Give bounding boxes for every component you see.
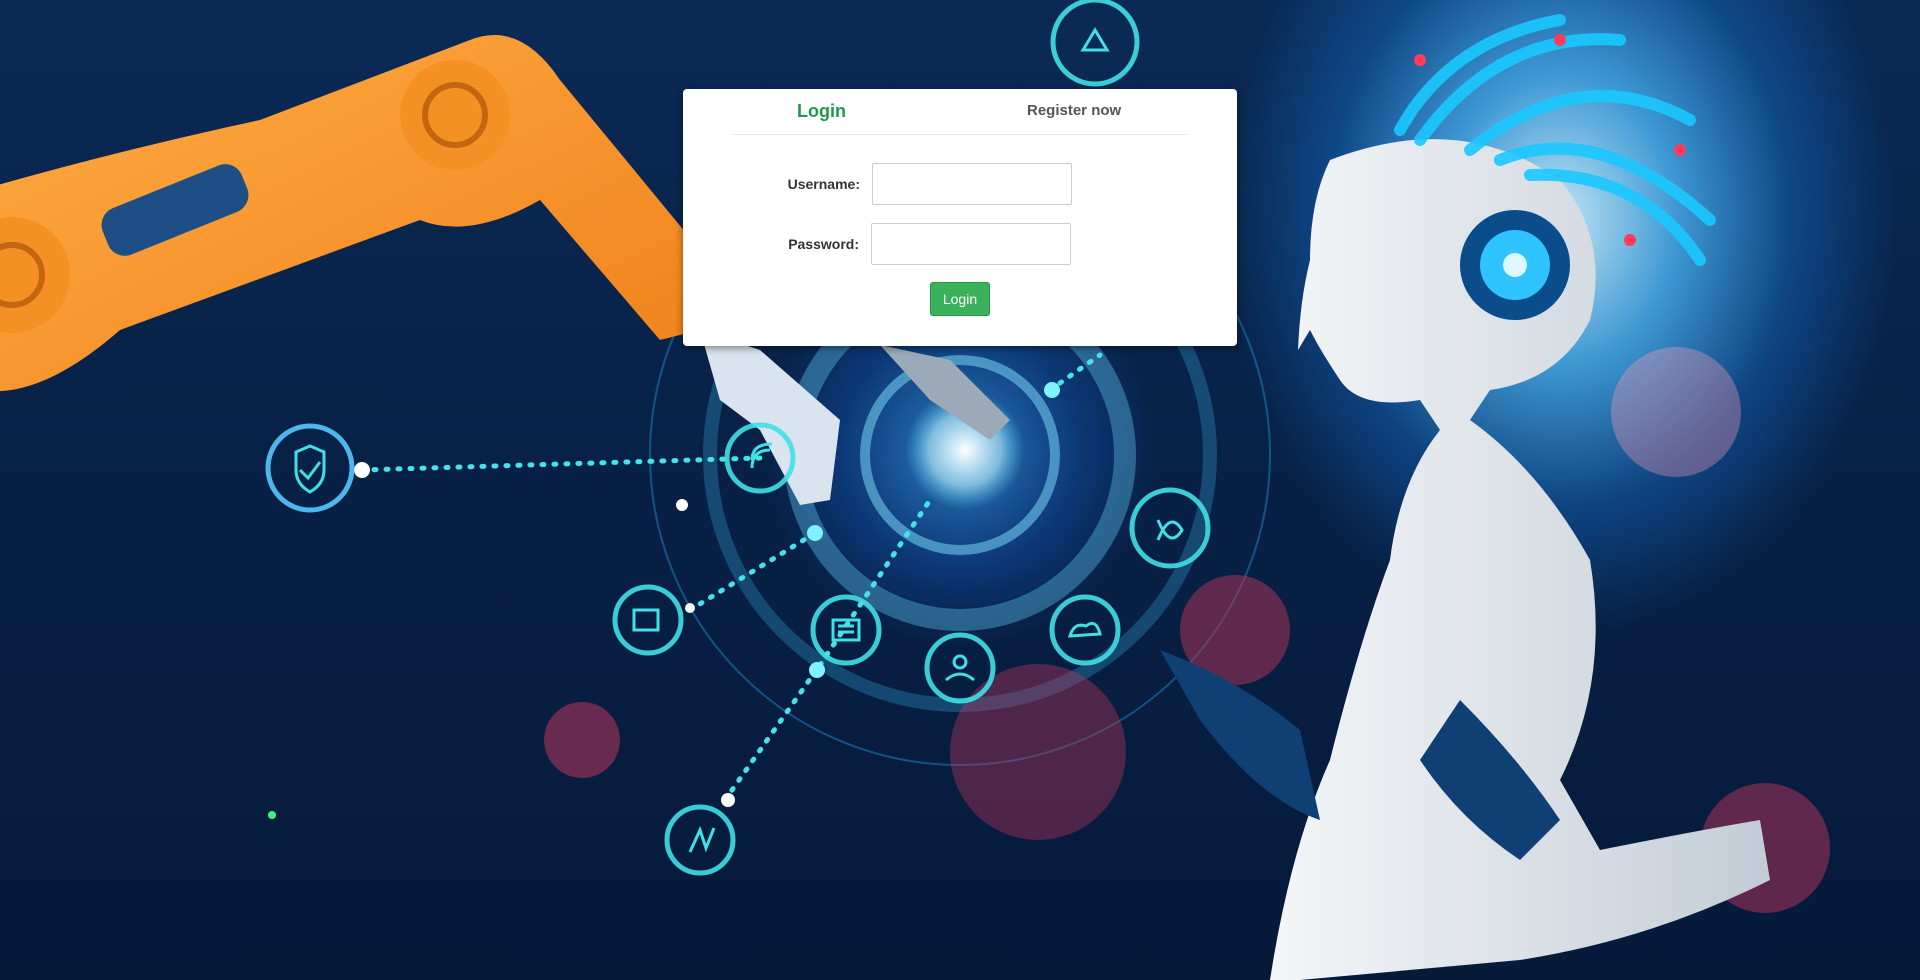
username-row: Username: [760, 161, 1072, 207]
login-button[interactable]: Login [930, 282, 990, 316]
cloud-icon [1049, 594, 1121, 666]
shield-check-icon [265, 423, 355, 513]
camera-icon [612, 584, 684, 656]
document-icon [810, 594, 882, 666]
password-label: Password: [788, 236, 859, 252]
username-label: Username: [787, 176, 860, 192]
lightning-icon [664, 804, 736, 876]
username-input[interactable] [872, 163, 1072, 205]
auth-tabs: Login Register now [733, 89, 1187, 135]
login-panel: Login Register now Username: Password: L… [683, 89, 1237, 346]
password-input[interactable] [871, 223, 1071, 265]
tab-login[interactable]: Login [797, 101, 846, 122]
humanoid-robot [1160, 14, 1770, 980]
recycle-icon [1050, 0, 1140, 87]
password-row: Password: [759, 221, 1071, 267]
tab-register-now[interactable]: Register now [1027, 102, 1121, 119]
